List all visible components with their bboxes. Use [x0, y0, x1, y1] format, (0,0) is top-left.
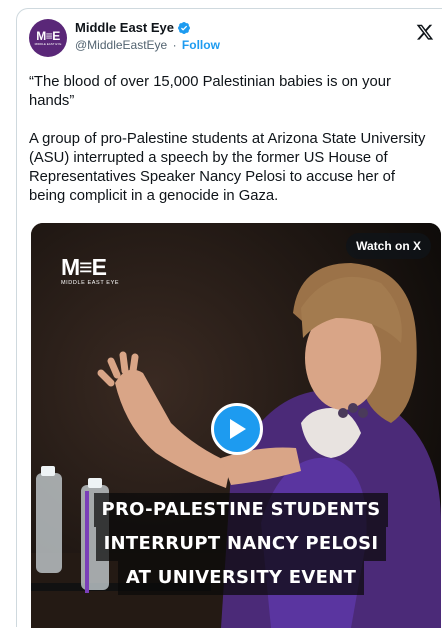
author-display-name[interactable]: Middle East Eye — [75, 20, 174, 35]
mee-logo: M≡E MIDDLE EAST EYE — [61, 255, 119, 286]
tweet-header: M≡E MIDDLE EAST EYE Middle East Eye @Mid… — [29, 19, 442, 59]
caption-line-3: AT UNIVERSITY EVENT — [117, 561, 365, 595]
play-icon — [230, 419, 246, 439]
caption-line-1: PRO-PALESTINE STUDENTS — [93, 493, 389, 527]
video-player[interactable]: M≡E MIDDLE EAST EYE Watch on X PRO-PALES… — [31, 223, 441, 628]
play-button[interactable] — [211, 403, 263, 455]
author-handle[interactable]: @MiddleEastEye — [75, 38, 167, 52]
caption-line-3-wrap: AT UNIVERSITY EVENT — [91, 561, 391, 595]
caption-line-2-wrap: INTERRUPT NANCY PELOSI — [91, 527, 391, 561]
follow-link[interactable]: Follow — [182, 38, 220, 52]
separator-dot: · — [172, 38, 177, 52]
tweet-card[interactable]: M≡E MIDDLE EAST EYE Middle East Eye @Mid… — [16, 8, 442, 628]
mee-logo-subtitle: MIDDLE EAST EYE — [61, 280, 120, 286]
avatar-mark: M≡E — [36, 29, 60, 43]
avatar-subtitle: MIDDLE EAST EYE — [34, 42, 62, 46]
tweet-quote: “The blood of over 15,000 Palestinian ba… — [29, 74, 391, 109]
mee-logo-mark: M≡E — [61, 254, 107, 280]
author-name-row: Middle East Eye — [75, 20, 191, 35]
caption-line-1-wrap: PRO-PALESTINE STUDENTS — [91, 493, 391, 527]
avatar[interactable]: M≡E MIDDLE EAST EYE — [29, 19, 67, 57]
x-logo-icon[interactable] — [416, 23, 434, 41]
caption-accent-bar — [85, 491, 89, 593]
watch-on-x-button[interactable]: Watch on X — [346, 233, 431, 259]
tweet-text: “The blood of over 15,000 Palestinian ba… — [29, 73, 429, 206]
verified-badge-icon — [178, 21, 190, 34]
caption-line-2: INTERRUPT NANCY PELOSI — [95, 527, 387, 561]
tweet-body: A group of pro-Palestine students at Ari… — [29, 131, 426, 204]
author-handle-row: @MiddleEastEye · Follow — [75, 38, 220, 52]
